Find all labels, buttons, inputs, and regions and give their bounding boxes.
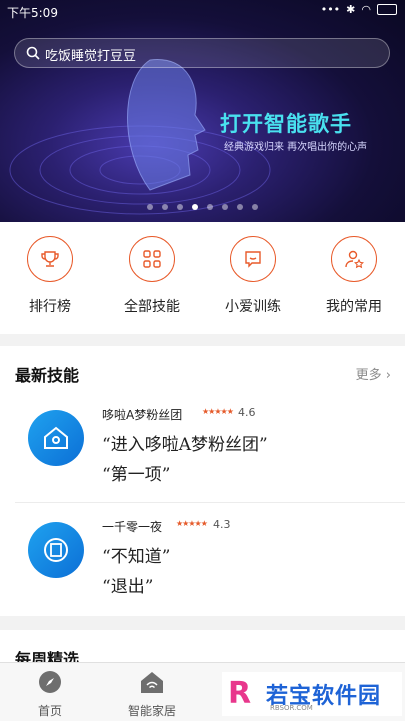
tab-label: 智能家居	[127, 704, 176, 718]
wifi-icon: ◠	[361, 3, 371, 16]
quick-label: 排行榜	[29, 299, 71, 315]
grid-icon	[129, 236, 175, 282]
home-wifi-icon	[141, 672, 163, 693]
more-link[interactable]: 更多 ›	[356, 364, 391, 383]
skill-item[interactable]: 哆啦A梦粉丝团 ★★★★★ 4.6 “进入哆啦A梦粉丝团” “第一项”	[0, 404, 405, 504]
section-title: 最新技能	[15, 366, 80, 385]
divider	[15, 502, 405, 503]
user-star-icon	[331, 236, 377, 282]
watermark-logo: R	[228, 676, 252, 711]
skill-phrase: “进入哆啦A梦粉丝团”	[102, 435, 268, 455]
status-icons: ••• ✱ ◠	[321, 3, 397, 16]
chevron-right-icon: ›	[385, 368, 391, 383]
skill-phrase: “退出”	[102, 577, 154, 597]
skill-item[interactable]: 一千零一夜 ★★★★★ 4.3 “不知道” “退出”	[0, 516, 405, 616]
pagination-dot[interactable]	[162, 204, 168, 210]
skill-logo	[28, 410, 84, 466]
quick-label: 小爱训练	[225, 299, 281, 315]
bluetooth-icon: ✱	[346, 3, 356, 16]
quick-label: 全部技能	[124, 299, 180, 315]
status-time: 下午5:09	[7, 6, 58, 20]
latest-skills-section: 最新技能 更多 › 哆啦A梦粉丝团 ★★★★★ 4.6 “进入哆啦A梦粉丝团” …	[0, 346, 405, 616]
tab-label: 首页	[37, 704, 62, 718]
battery-icon	[377, 4, 397, 15]
pagination-dot[interactable]	[222, 204, 228, 210]
compass-icon	[39, 671, 61, 693]
chat-icon	[230, 236, 276, 282]
tab-home[interactable]: 首页	[10, 669, 90, 719]
quick-actions: 排行榜 全部技能 小爱训练 我的常用	[0, 222, 405, 334]
skill-rating: 4.6	[238, 406, 256, 419]
search-text: 吃饭睡觉打豆豆	[45, 49, 137, 64]
skill-phrase: “第一项”	[102, 465, 171, 485]
status-bar: 下午5:09 ••• ✱ ◠	[0, 0, 405, 24]
quick-all-skills[interactable]: 全部技能	[112, 236, 192, 316]
rating-stars-icon: ★★★★★	[176, 519, 208, 528]
skill-logo	[28, 522, 84, 578]
skill-name: 一千零一夜	[102, 520, 163, 534]
quick-rank[interactable]: 排行榜	[10, 236, 90, 316]
skill-rating: 4.3	[213, 518, 231, 531]
search-bar[interactable]: 吃饭睡觉打豆豆	[14, 38, 390, 68]
rating-stars-icon: ★★★★★	[202, 407, 234, 416]
skill-name: 哆啦A梦粉丝团	[102, 408, 183, 422]
pagination-dot[interactable]	[192, 204, 198, 210]
bell-house-icon	[44, 426, 68, 449]
watermark: R 若宝软件园 RBSOR.COM	[222, 672, 402, 716]
skill-phrase: “不知道”	[102, 547, 171, 567]
quick-favorites[interactable]: 我的常用	[314, 236, 394, 316]
pagination-dot[interactable]	[207, 204, 213, 210]
book-icon	[44, 538, 68, 562]
pagination-dot[interactable]	[177, 204, 183, 210]
banner-pagination	[0, 204, 405, 210]
banner-title: 打开智能歌手	[220, 112, 352, 136]
tab-smart-home[interactable]: 智能家居	[112, 669, 192, 719]
banner-subtitle: 经典游戏归来 再次唱出你的心声	[224, 142, 368, 153]
signal-dots-icon: •••	[320, 3, 341, 16]
quick-training[interactable]: 小爱训练	[213, 236, 293, 316]
quick-label: 我的常用	[326, 299, 382, 315]
pagination-dot[interactable]	[237, 204, 243, 210]
promo-banner[interactable]: 下午5:09 ••• ✱ ◠ 吃饭睡觉打豆豆 打开智能歌手 经典游戏归来 再次唱…	[0, 0, 405, 222]
search-icon	[26, 46, 40, 60]
trophy-icon	[27, 236, 73, 282]
pagination-dot[interactable]	[147, 204, 153, 210]
more-label: 更多	[355, 368, 382, 383]
watermark-subtext: RBSOR.COM	[270, 704, 313, 712]
pagination-dot[interactable]	[252, 204, 258, 210]
